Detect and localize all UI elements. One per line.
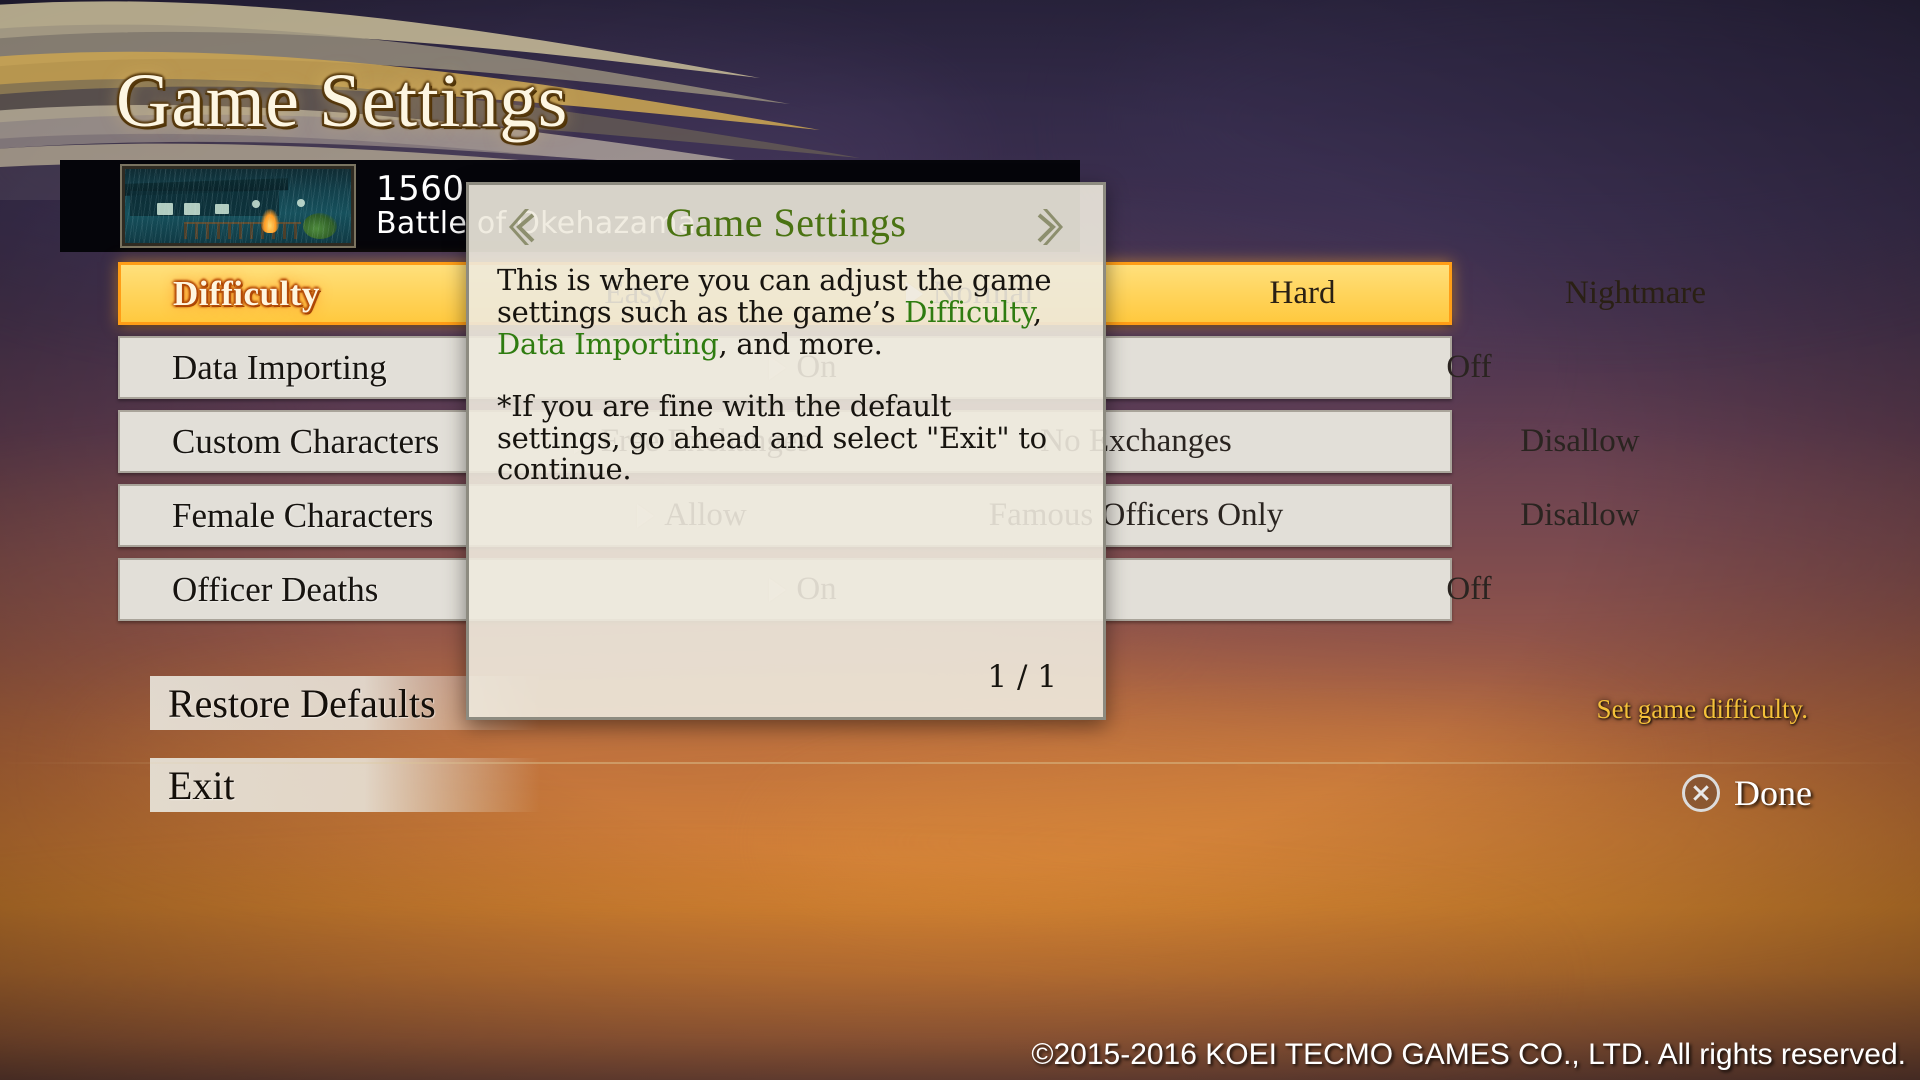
- help-paragraph-2: *If you are fine with the default settin…: [497, 388, 1047, 487]
- exit-label: Exit: [168, 762, 235, 808]
- setting-option-label: Off: [1446, 349, 1492, 385]
- help-dialog-title: Game Settings: [665, 199, 907, 245]
- setting-option-label: Off: [1446, 571, 1492, 607]
- done-label: Done: [1734, 773, 1812, 813]
- hint-text: Set game difficulty.: [1596, 694, 1808, 724]
- help-highlight-difficulty: Difficulty: [904, 294, 1033, 329]
- done-button[interactable]: Done: [1682, 772, 1812, 814]
- help-paragraph-1: This is where you can adjust the game se…: [497, 264, 1075, 361]
- setting-option[interactable]: Nightmare: [1469, 275, 1802, 312]
- chevron-left-icon[interactable]: [503, 207, 537, 247]
- bottom-divider: [0, 762, 1920, 764]
- help-dialog: Game Settings This is where you can adju…: [466, 182, 1106, 720]
- setting-label: Difficulty: [173, 273, 320, 313]
- cross-button-icon: [1682, 774, 1721, 812]
- page-title: Game Settings: [116, 59, 568, 143]
- help-dialog-body: This is where you can adjust the game se…: [469, 259, 1103, 717]
- chevron-right-icon[interactable]: [1035, 207, 1069, 247]
- setting-option-label: Disallow: [1520, 423, 1640, 459]
- setting-option[interactable]: Off: [1136, 349, 1802, 386]
- setting-label: Data Importing: [172, 347, 387, 387]
- help-text-part2: ,: [1032, 294, 1042, 329]
- setting-option-label: Hard: [1269, 275, 1336, 311]
- setting-label: Officer Deaths: [172, 569, 379, 609]
- setting-option-label: Disallow: [1520, 497, 1640, 533]
- exit-button[interactable]: Exit: [150, 758, 540, 812]
- setting-label: Female Characters: [172, 495, 434, 535]
- setting-option[interactable]: Disallow: [1358, 497, 1802, 534]
- help-highlight-data-importing: Data Importing: [497, 326, 719, 361]
- restore-defaults-label: Restore Defaults: [168, 680, 436, 726]
- help-text-part3: , and more.: [718, 326, 883, 361]
- setting-label: Custom Characters: [172, 421, 440, 461]
- help-dialog-header: Game Settings: [469, 185, 1103, 259]
- setting-option[interactable]: Disallow: [1358, 423, 1802, 460]
- thumbnail-rain-overlay: [125, 169, 351, 243]
- help-page-indicator: 1 / 1: [987, 659, 1057, 695]
- copyright-notice: ©2015-2016 KOEI TECMO GAMES CO., LTD. Al…: [1031, 1038, 1906, 1071]
- setting-option[interactable]: Hard: [1136, 275, 1469, 312]
- scenario-thumbnail: [120, 164, 356, 248]
- setting-option-label: Nightmare: [1564, 275, 1707, 311]
- setting-option[interactable]: Off: [1136, 571, 1802, 608]
